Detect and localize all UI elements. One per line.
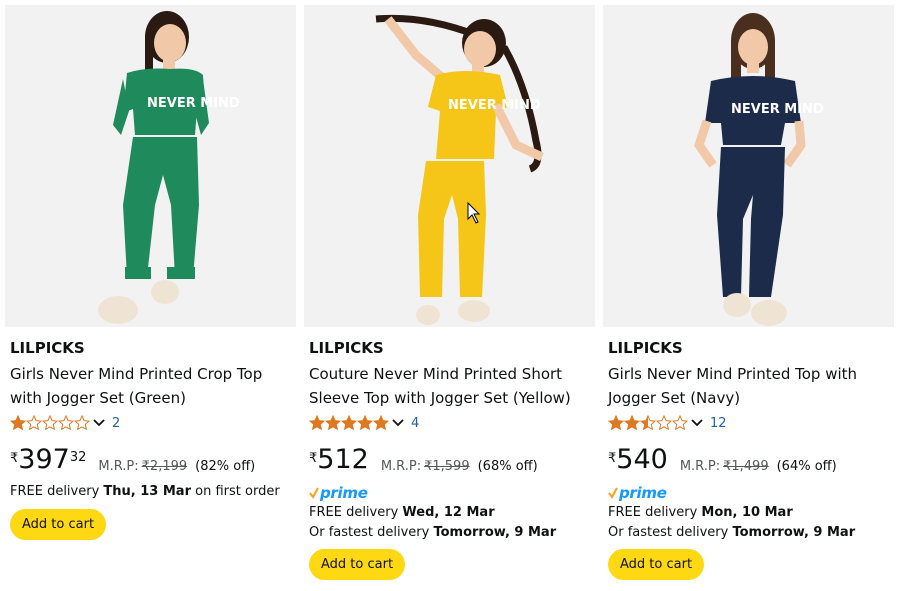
delivery-prefix: FREE delivery (309, 505, 403, 520)
chevron-down-icon[interactable] (391, 416, 405, 430)
star-empty-icon (672, 415, 688, 431)
product-brand: LILPICKS (608, 339, 683, 357)
delivery-info: FREE delivery Thu, 13 Mar on first order (10, 484, 280, 499)
star-full-icon (10, 415, 26, 431)
star-half-icon (640, 415, 656, 431)
currency-symbol: ₹ (309, 451, 318, 466)
star-full-icon (373, 415, 389, 431)
prime-badge: prime (608, 484, 667, 502)
product-card[interactable]: NEVER MIND LILPICKS Girls Never Mind Pri… (5, 5, 296, 591)
print-text: NEVER MIND (731, 102, 824, 117)
product-brand: LILPICKS (309, 339, 384, 357)
prime-label: prime (320, 484, 368, 502)
star-empty-icon (74, 415, 90, 431)
add-to-cart-button[interactable]: Add to cart (608, 549, 705, 580)
price-fraction: 32 (69, 450, 87, 465)
product-title[interactable]: Girls Never Mind Printed Crop Top with J… (10, 362, 292, 410)
product-title[interactable]: Couture Never Mind Printed Short Sleeve … (309, 362, 591, 410)
product-card[interactable]: NEVER MIND LILPICKS Couture Never Mind P… (304, 5, 595, 591)
price-whole: 512 (317, 444, 369, 475)
star-full-icon (624, 415, 640, 431)
star-empty-icon (26, 415, 42, 431)
mrp-label: M.R.P: (679, 459, 721, 474)
fastest-delivery-info: Or fastest delivery Tomorrow, 9 Mar (309, 525, 556, 540)
product-photo: NEVER MIND (5, 5, 296, 327)
star-full-icon (309, 415, 325, 431)
price-row: ₹ 397 32 M.R.P: ₹2,199 (82% off) (10, 445, 255, 477)
discount-percent: (64% off) (776, 459, 837, 474)
mrp-value: ₹1,499 (723, 459, 769, 474)
product-photo: NEVER MIND (304, 5, 595, 327)
star-empty-icon (656, 415, 672, 431)
fastest-date: Tomorrow, 9 Mar (433, 525, 557, 540)
delivery-prefix: FREE delivery (10, 484, 104, 499)
rating-count[interactable]: 2 (112, 416, 120, 431)
star-empty-icon (58, 415, 74, 431)
discount-percent: (82% off) (195, 459, 256, 474)
product-image[interactable]: NEVER MIND (304, 5, 595, 327)
price-row: ₹ 540 M.R.P: ₹1,499 (64% off) (608, 445, 837, 477)
product-image[interactable]: NEVER MIND (603, 5, 894, 327)
prime-badge: prime (309, 484, 368, 502)
print-text: NEVER MIND (147, 96, 240, 111)
price-row: ₹ 512 M.R.P: ₹1,599 (68% off) (309, 445, 538, 477)
prime-check-icon (608, 487, 618, 499)
discount-percent: (68% off) (477, 459, 538, 474)
delivery-date: Wed, 12 Mar (402, 505, 495, 520)
prime-check-icon (309, 487, 319, 499)
prime-label: prime (619, 484, 667, 502)
currency-symbol: ₹ (608, 451, 617, 466)
product-brand: LILPICKS (10, 339, 85, 357)
rating-stars[interactable] (309, 415, 389, 431)
mrp-value: ₹2,199 (141, 459, 188, 474)
mrp-label: M.R.P: (380, 459, 422, 474)
delivery-info: FREE delivery Mon, 10 Mar (608, 505, 793, 520)
star-full-icon (341, 415, 357, 431)
add-to-cart-button[interactable]: Add to cart (10, 509, 107, 540)
chevron-down-icon[interactable] (690, 416, 704, 430)
mrp-label: M.R.P: (98, 459, 139, 474)
currency-symbol: ₹ (10, 451, 19, 466)
star-full-icon (357, 415, 373, 431)
product-photo: NEVER MIND (603, 5, 894, 327)
product-rating[interactable]: 2 (10, 414, 120, 432)
rating-count[interactable]: 4 (411, 416, 419, 431)
rating-stars[interactable] (10, 415, 90, 431)
delivery-info: FREE delivery Wed, 12 Mar (309, 505, 495, 520)
chevron-down-icon[interactable] (92, 416, 106, 430)
price-whole: 540 (616, 444, 668, 475)
star-full-icon (325, 415, 341, 431)
product-rating[interactable]: 4 (309, 414, 419, 432)
star-full-icon (608, 415, 624, 431)
product-title[interactable]: Girls Never Mind Printed Top with Jogger… (608, 362, 890, 410)
fastest-delivery-info: Or fastest delivery Tomorrow, 9 Mar (608, 525, 855, 540)
fastest-prefix: Or fastest delivery (309, 525, 434, 540)
delivery-suffix: on first order (191, 484, 280, 499)
delivery-date: Thu, 13 Mar (103, 484, 191, 499)
print-text: NEVER MIND (448, 98, 541, 113)
delivery-date: Mon, 10 Mar (701, 505, 793, 520)
delivery-prefix: FREE delivery (608, 505, 702, 520)
product-card[interactable]: NEVER MIND LILPICKS Girls Never Mind Pri… (603, 5, 894, 591)
price-whole: 397 (18, 444, 70, 475)
product-image[interactable]: NEVER MIND (5, 5, 296, 327)
fastest-date: Tomorrow, 9 Mar (732, 525, 856, 540)
mrp-value: ₹1,599 (424, 459, 470, 474)
fastest-prefix: Or fastest delivery (608, 525, 733, 540)
rating-stars[interactable] (608, 415, 688, 431)
product-rating[interactable]: 12 (608, 414, 727, 432)
rating-count[interactable]: 12 (710, 416, 727, 431)
add-to-cart-button[interactable]: Add to cart (309, 549, 406, 580)
star-empty-icon (42, 415, 58, 431)
